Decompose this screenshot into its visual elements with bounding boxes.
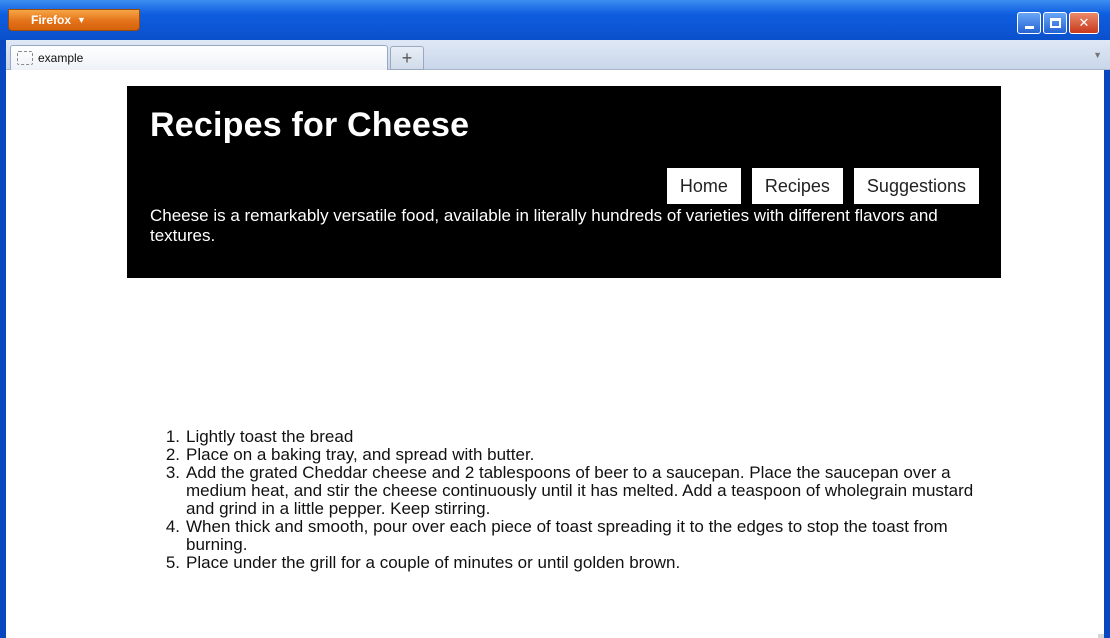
nav-item-suggestions[interactable]: Suggestions bbox=[853, 168, 979, 204]
step-text: Place on a baking tray, and spread with … bbox=[186, 445, 535, 464]
close-icon: ✕ bbox=[1078, 15, 1090, 30]
intro-text: Cheese is a remarkably versatile food, a… bbox=[150, 206, 938, 245]
browser-window: Firefox ▼ ✕ example + ▼ Recipes for Chee… bbox=[0, 0, 1110, 638]
page-title: Recipes for Cheese bbox=[150, 106, 470, 144]
step-number: 5. bbox=[165, 553, 180, 572]
tab-strip: example + ▼ bbox=[6, 40, 1110, 70]
close-button[interactable]: ✕ bbox=[1069, 12, 1099, 34]
list-all-tabs-icon[interactable]: ▼ bbox=[1093, 50, 1102, 60]
firefox-menu-label: Firefox bbox=[31, 13, 72, 27]
recipe-steps: 1. Lightly toast the bread 2. Place on a… bbox=[152, 428, 1002, 572]
firefox-menu-button[interactable]: Firefox ▼ bbox=[8, 9, 140, 31]
resize-grip[interactable] bbox=[1098, 634, 1104, 638]
maximize-icon bbox=[1049, 18, 1061, 28]
minimize-icon bbox=[1024, 25, 1034, 29]
chevron-down-icon: ▼ bbox=[77, 15, 86, 25]
step-text: When thick and smooth, pour over each pi… bbox=[186, 517, 948, 554]
tab-example[interactable]: example bbox=[10, 45, 388, 70]
tab-label: example bbox=[38, 51, 84, 65]
page-icon bbox=[17, 51, 33, 65]
list-item: 4. When thick and smooth, pour over each… bbox=[152, 518, 1002, 554]
nav-item-home[interactable]: Home bbox=[666, 168, 741, 204]
step-text: Add the grated Cheddar cheese and 2 tabl… bbox=[186, 463, 974, 518]
list-item: 3. Add the grated Cheddar cheese and 2 t… bbox=[152, 464, 1002, 518]
step-text: Lightly toast the bread bbox=[186, 427, 354, 446]
page-viewport: Recipes for Cheese Home Recipes Suggesti… bbox=[6, 70, 1104, 638]
step-number: 1. bbox=[165, 427, 180, 446]
list-item: 1. Lightly toast the bread bbox=[152, 428, 1002, 446]
new-tab-button[interactable]: + bbox=[390, 46, 424, 70]
step-number: 3. bbox=[165, 463, 180, 482]
plus-icon: + bbox=[401, 47, 413, 68]
title-bar: Firefox ▼ ✕ bbox=[0, 0, 1110, 40]
step-number: 4. bbox=[165, 517, 180, 536]
step-text: Place under the grill for a couple of mi… bbox=[186, 553, 681, 572]
list-item: 2. Place on a baking tray, and spread wi… bbox=[152, 446, 1002, 464]
list-item: 5. Place under the grill for a couple of… bbox=[152, 554, 1002, 572]
maximize-button[interactable] bbox=[1043, 12, 1067, 34]
minimize-button[interactable] bbox=[1017, 12, 1041, 34]
nav-item-recipes[interactable]: Recipes bbox=[751, 168, 843, 204]
step-number: 2. bbox=[165, 445, 180, 464]
site-header: Recipes for Cheese Home Recipes Suggesti… bbox=[127, 86, 1001, 278]
nav-menu: Home Recipes Suggestions bbox=[656, 168, 979, 204]
